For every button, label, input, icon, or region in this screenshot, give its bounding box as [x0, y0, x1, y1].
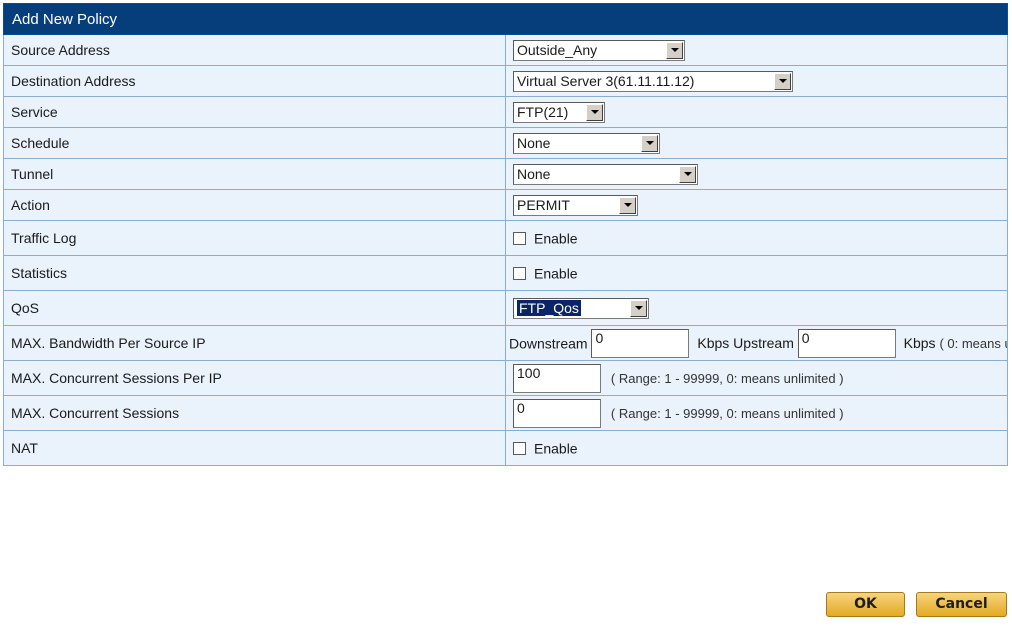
cancel-button[interactable]: Cancel — [916, 592, 1007, 617]
tunnel-select[interactable]: None — [513, 163, 698, 185]
row-tunnel: Tunnel None — [3, 158, 1008, 190]
action-label: Action — [3, 189, 506, 221]
upstream-label: Kbps Upstream — [697, 335, 794, 351]
tunnel-label: Tunnel — [3, 158, 506, 190]
statistics-label: Statistics — [3, 255, 506, 291]
row-nat: NAT Enable — [3, 430, 1008, 466]
schedule-label: Schedule — [3, 127, 506, 159]
row-source-address: Source Address Outside_Any — [3, 34, 1008, 66]
ok-button[interactable]: OK — [826, 592, 905, 617]
row-service: Service FTP(21) — [3, 96, 1008, 128]
chevron-down-icon — [619, 196, 636, 214]
statistics-checkbox[interactable] — [513, 267, 526, 281]
row-schedule: Schedule None — [3, 127, 1008, 159]
downstream-label: Downstream — [509, 335, 588, 351]
action-select[interactable]: PERMIT — [513, 194, 638, 216]
tunnel-value: None — [517, 166, 551, 182]
source-address-select[interactable]: Outside_Any — [513, 39, 685, 61]
max-sessions-per-ip-label: MAX. Concurrent Sessions Per IP — [3, 360, 506, 396]
add-policy-form: Add New Policy Source Address Outside_An… — [3, 3, 1008, 466]
form-header: Add New Policy — [3, 3, 1008, 35]
nat-label: NAT — [3, 430, 506, 466]
row-qos: QoS FTP_Qos — [3, 290, 1008, 326]
traffic-log-checkbox[interactable] — [513, 232, 526, 246]
nat-enable-label: Enable — [534, 440, 578, 457]
chevron-down-icon — [586, 103, 603, 121]
service-select[interactable]: FTP(21) — [513, 101, 605, 123]
chevron-down-icon — [774, 72, 791, 90]
upstream-input[interactable]: 0 — [797, 328, 896, 358]
statistics-enable-label: Enable — [534, 265, 578, 282]
chevron-down-icon — [630, 299, 647, 317]
source-address-label: Source Address — [3, 34, 506, 66]
bandwidth-hint: ( 0: means unlimited ) — [939, 335, 1006, 351]
row-destination-address: Destination Address Virtual Server 3(61.… — [3, 65, 1008, 97]
nat-checkbox[interactable] — [513, 442, 526, 456]
downstream-input[interactable]: 0 — [591, 328, 690, 358]
destination-address-label: Destination Address — [3, 65, 506, 97]
service-value: FTP(21) — [517, 104, 569, 120]
max-sessions-per-ip-hint: ( Range: 1 - 99999, 0: means unlimited ) — [610, 370, 844, 386]
action-value: PERMIT — [517, 197, 570, 213]
max-sessions-per-ip-input[interactable]: 100 — [513, 363, 601, 393]
chevron-down-icon — [641, 134, 658, 152]
form-title: Add New Policy — [3, 3, 1008, 35]
schedule-select[interactable]: None — [513, 132, 660, 154]
chevron-down-icon — [679, 165, 696, 183]
max-sessions-label: MAX. Concurrent Sessions — [3, 395, 506, 431]
qos-select[interactable]: FTP_Qos — [513, 297, 649, 319]
traffic-log-label: Traffic Log — [3, 220, 506, 256]
row-statistics: Statistics Enable — [3, 255, 1008, 291]
schedule-value: None — [517, 135, 551, 151]
max-sessions-input[interactable]: 0 — [513, 398, 601, 428]
row-action: Action PERMIT — [3, 189, 1008, 221]
qos-label: QoS — [3, 290, 506, 326]
row-max-sessions-per-ip: MAX. Concurrent Sessions Per IP 100 ( Ra… — [3, 360, 1008, 396]
destination-address-select[interactable]: Virtual Server 3(61.11.11.12) — [513, 70, 793, 92]
row-max-bandwidth: MAX. Bandwidth Per Source IP Downstream … — [3, 325, 1008, 361]
row-max-sessions: MAX. Concurrent Sessions 0 ( Range: 1 - … — [3, 395, 1008, 431]
source-address-value: Outside_Any — [517, 42, 598, 58]
max-bandwidth-label: MAX. Bandwidth Per Source IP — [3, 325, 506, 361]
service-label: Service — [3, 96, 506, 128]
max-sessions-hint: ( Range: 1 - 99999, 0: means unlimited ) — [610, 405, 844, 421]
upstream-unit: Kbps — [903, 335, 936, 351]
qos-value: FTP_Qos — [517, 300, 581, 316]
row-traffic-log: Traffic Log Enable — [3, 220, 1008, 256]
chevron-down-icon — [666, 41, 683, 59]
destination-address-value: Virtual Server 3(61.11.11.12) — [517, 73, 695, 89]
traffic-log-enable-label: Enable — [534, 230, 578, 247]
